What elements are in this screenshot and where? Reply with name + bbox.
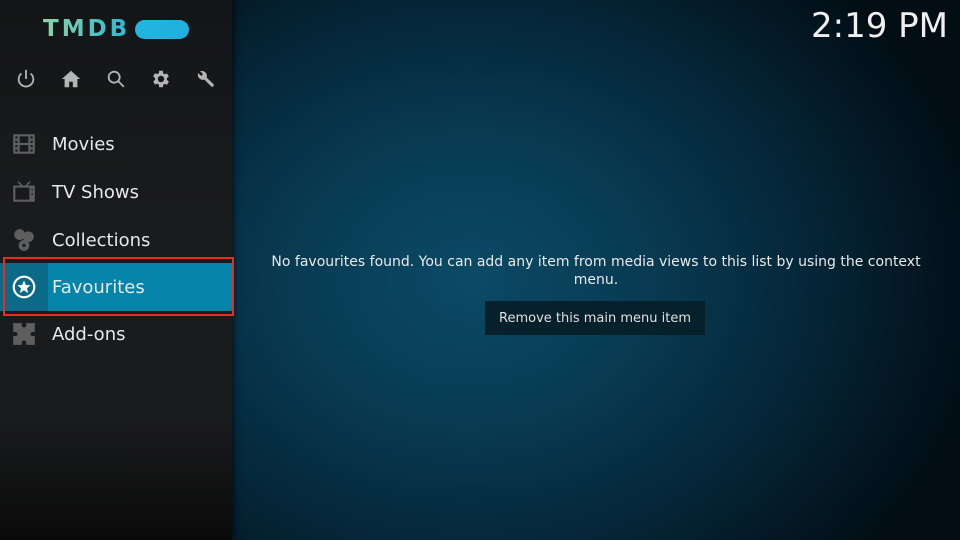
sidebar: TMDB Movies TV Shows Collections Favouri… xyxy=(0,0,232,540)
sidebar-item-label: Collections xyxy=(52,229,151,251)
power-button[interactable] xyxy=(13,66,39,92)
sidebar-item-movies[interactable]: Movies xyxy=(0,120,232,168)
sidebar-item-tv-shows[interactable]: TV Shows xyxy=(0,168,232,216)
sidebar-item-label: Movies xyxy=(52,133,115,155)
sidebar-item-collections[interactable]: Collections xyxy=(0,216,232,264)
power-icon xyxy=(17,69,35,88)
app-logo: TMDB xyxy=(43,14,190,44)
sidebar-item-label: TV Shows xyxy=(52,181,139,203)
logo-pill-graphic xyxy=(135,19,190,39)
top-icon-bar xyxy=(0,66,232,96)
wrench-icon xyxy=(197,70,215,88)
sidebar-item-label: Add-ons xyxy=(52,323,126,345)
home-icon xyxy=(61,70,81,88)
settings-button[interactable] xyxy=(148,66,174,92)
sidebar-item-add-ons[interactable]: Add-ons xyxy=(0,310,232,358)
search-icon xyxy=(107,70,125,88)
tv-icon xyxy=(0,168,48,216)
sidebar-item-label: Favourites xyxy=(52,276,145,298)
star-circle-icon xyxy=(0,263,48,311)
clock: 2:19 PM xyxy=(811,6,948,46)
empty-favourites-message: No favourites found. You can add any ite… xyxy=(271,254,921,288)
sidebar-item-favourites[interactable]: Favourites xyxy=(0,263,232,311)
home-button[interactable] xyxy=(58,66,84,92)
film-icon xyxy=(0,120,48,168)
logo-text: TMDB xyxy=(43,16,131,42)
search-button[interactable] xyxy=(103,66,129,92)
settings-gear-icon xyxy=(153,70,169,88)
collections-icon xyxy=(0,216,48,264)
tools-button[interactable] xyxy=(193,66,219,92)
remove-main-menu-item-button[interactable]: Remove this main menu item xyxy=(485,301,705,335)
puzzle-icon xyxy=(0,310,48,358)
